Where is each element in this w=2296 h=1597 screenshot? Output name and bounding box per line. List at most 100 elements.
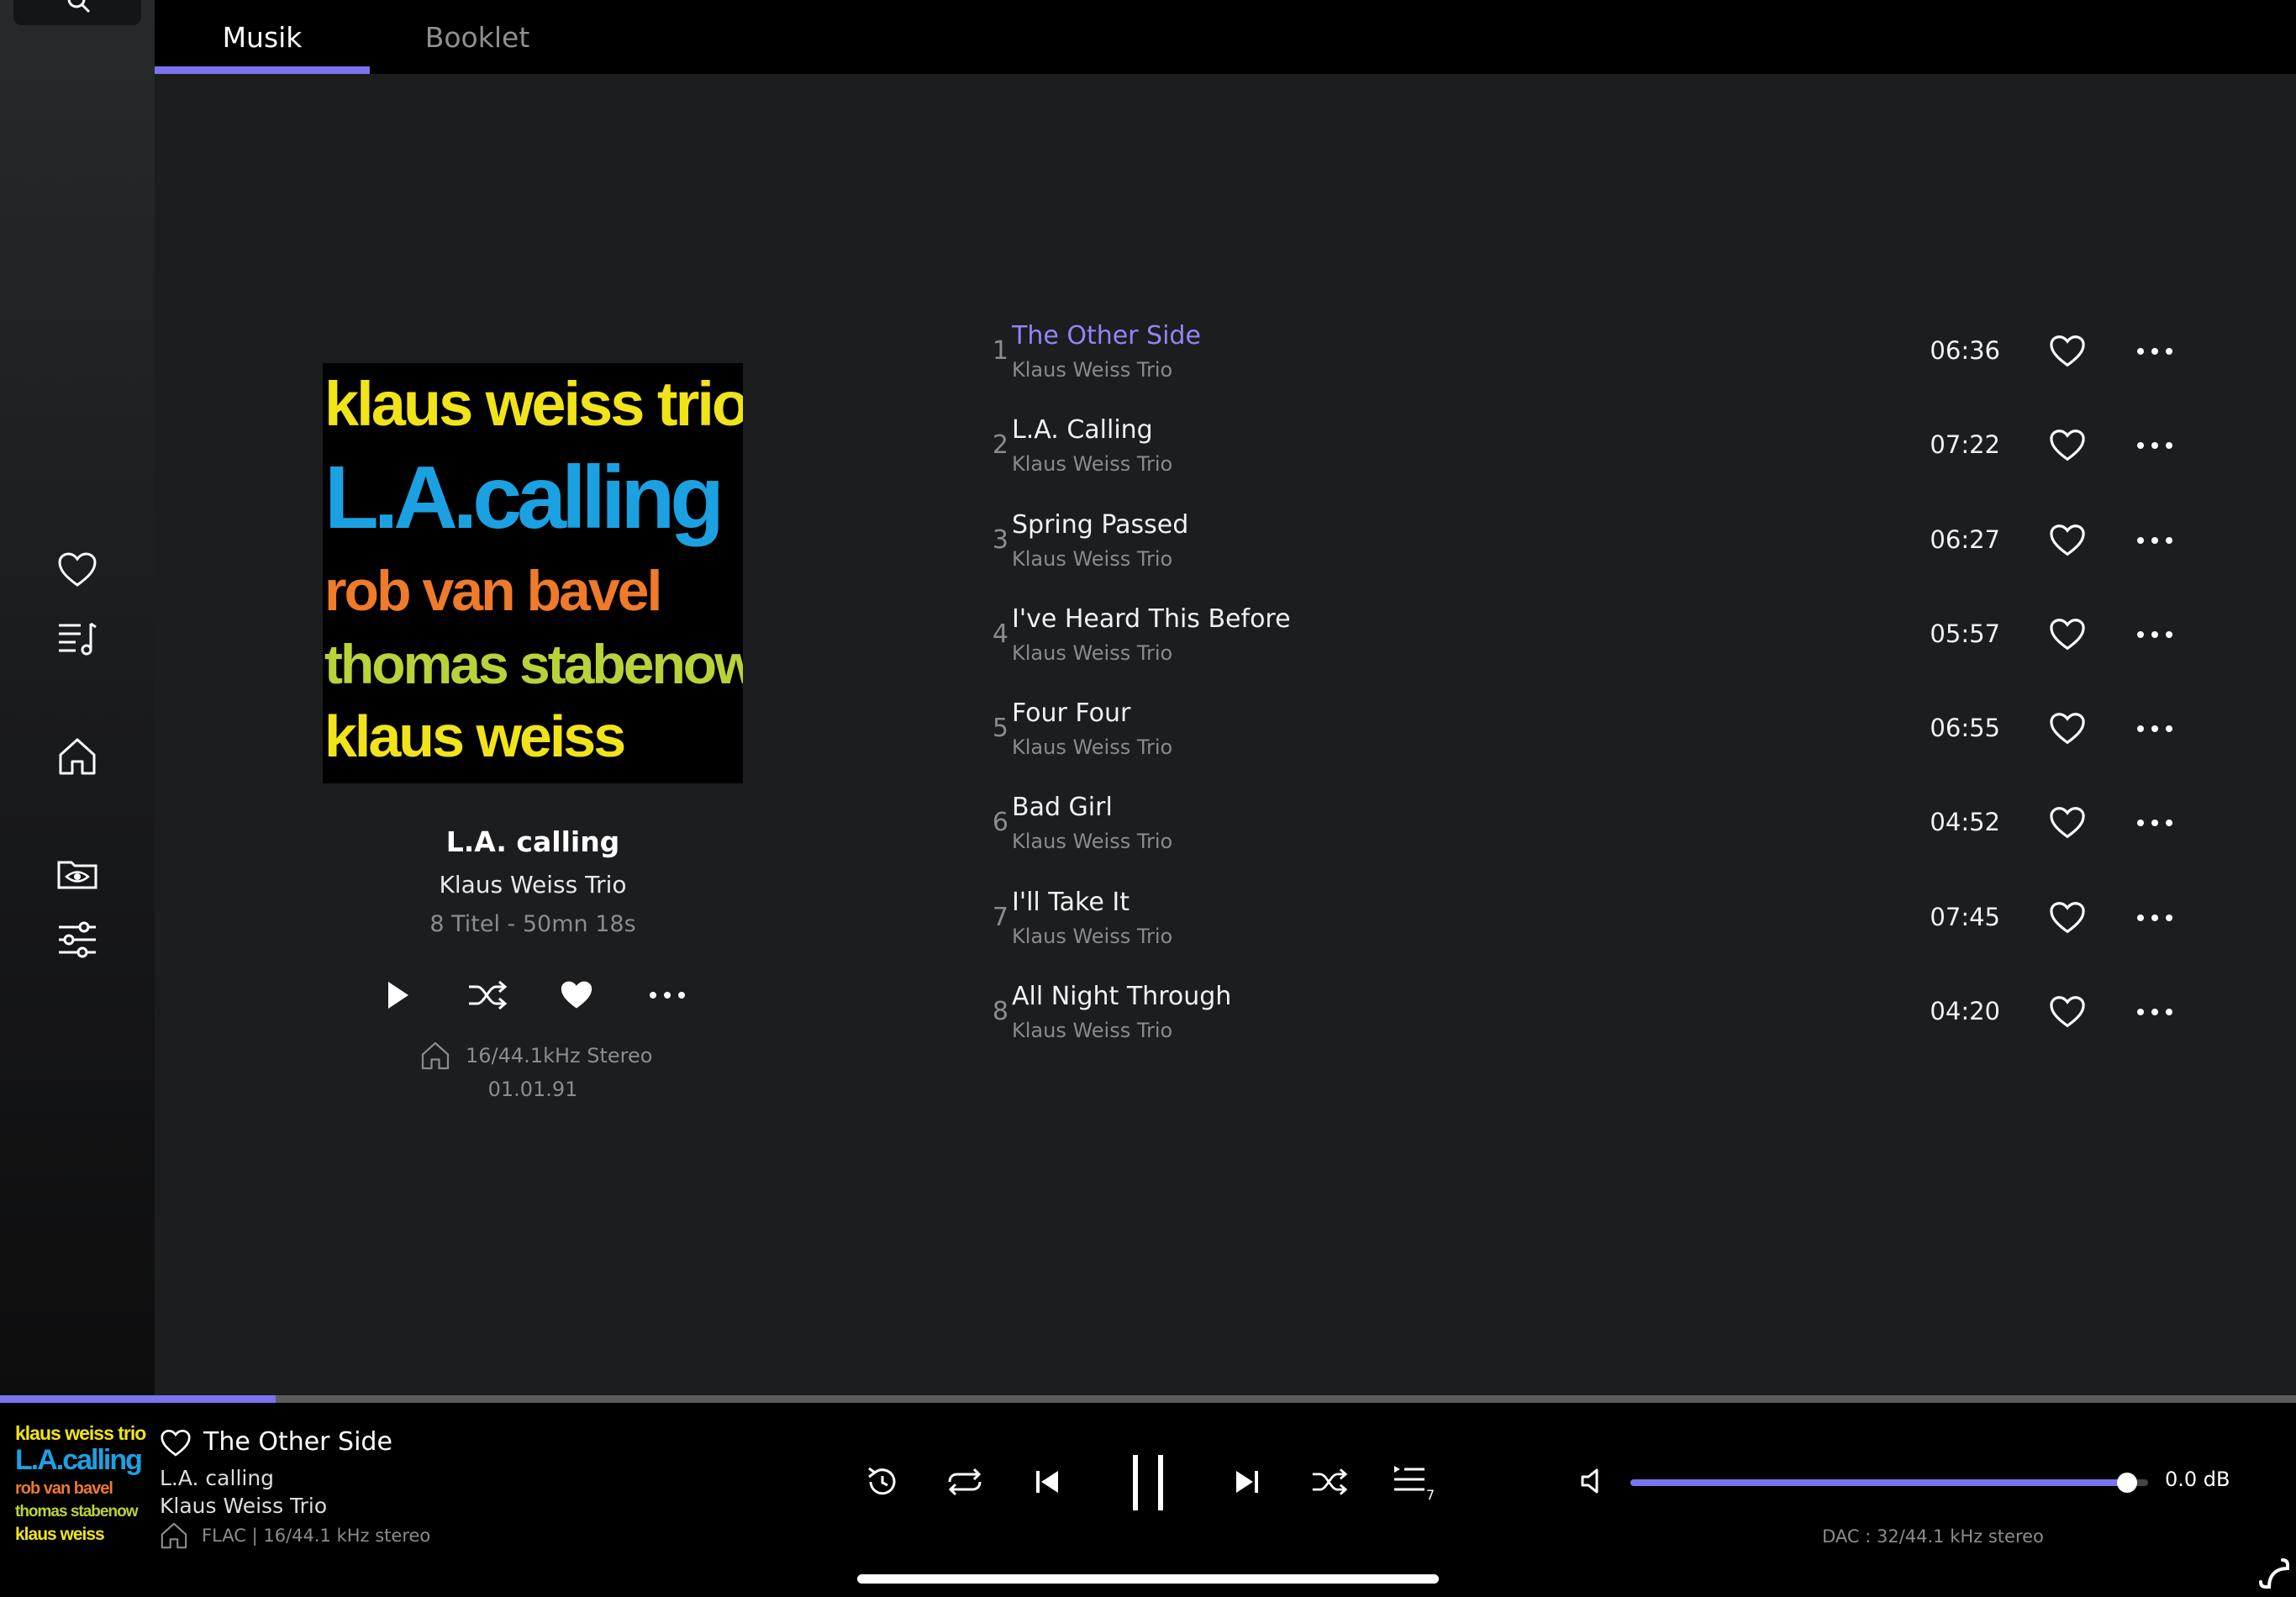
track-title[interactable]: Four Four	[1012, 698, 1130, 728]
search-button[interactable]	[13, 0, 141, 25]
track-more-button[interactable]	[2131, 517, 2178, 564]
playback-progress[interactable]	[0, 1395, 2296, 1403]
queue-button[interactable]: 7	[1388, 1457, 1444, 1507]
volume-db: 0.0 dB	[2165, 1468, 2230, 1491]
track-favorite-button[interactable]	[2044, 422, 2091, 469]
album-shuffle-button[interactable]	[464, 972, 511, 1019]
track-title[interactable]: L.A. Calling	[1012, 415, 1153, 445]
sidebar-item-folder[interactable]	[54, 851, 101, 898]
track-row[interactable]: 6 Bad Girl Klaus Weiss Trio 04:52	[950, 781, 2193, 875]
sidebar-item-favorites[interactable]	[54, 546, 101, 593]
track-artist: Klaus Weiss Trio	[1012, 1019, 1173, 1043]
phone-icon[interactable]	[2257, 1557, 2289, 1592]
previous-button[interactable]	[1024, 1457, 1071, 1507]
track-duration: 06:36	[1930, 336, 2000, 365]
sidebar-item-settings[interactable]	[54, 916, 101, 963]
sidebar	[0, 0, 155, 1395]
track-title[interactable]: I'll Take It	[1012, 888, 1130, 917]
sidebar-item-playlists[interactable]	[54, 615, 101, 662]
track-title[interactable]: I've Heard This Before	[1012, 604, 1291, 634]
track-list: 1 The Other Side Klaus Weiss Trio 06:36 2 L.A…	[950, 309, 2193, 1064]
more-icon	[2137, 442, 2172, 450]
track-more-button[interactable]	[2131, 611, 2178, 658]
track-title[interactable]: Bad Girl	[1012, 793, 1113, 822]
more-icon	[650, 992, 685, 999]
track-duration: 04:52	[1930, 808, 2000, 837]
track-favorite-button[interactable]	[2044, 988, 2091, 1036]
track-more-button[interactable]	[2131, 328, 2178, 375]
track-artist: Klaus Weiss Trio	[1012, 546, 1173, 571]
heart-icon	[2050, 430, 2085, 461]
now-playing-album[interactable]: L.A. calling	[160, 1466, 274, 1490]
track-row[interactable]: 1 The Other Side Klaus Weiss Trio 06:36	[950, 309, 2193, 403]
shuffle-icon	[1312, 1468, 1348, 1495]
more-icon	[2137, 820, 2172, 827]
track-more-button[interactable]	[2131, 705, 2178, 752]
track-artist: Klaus Weiss Trio	[1012, 735, 1173, 760]
track-favorite-button[interactable]	[2044, 894, 2091, 941]
track-artist: Klaus Weiss Trio	[1012, 830, 1173, 854]
shuffle-button[interactable]	[1306, 1457, 1353, 1507]
track-duration: 06:55	[1930, 714, 2000, 743]
tab-musik-label: Musik	[222, 20, 303, 54]
now-playing-cover[interactable]: klaus weiss trio L.A.calling rob van bav…	[13, 1419, 148, 1553]
track-favorite-button[interactable]	[2044, 799, 2091, 846]
phone-handset-icon	[2259, 1558, 2289, 1589]
album-play-button[interactable]	[373, 972, 420, 1019]
cover-line: klaus weiss trio	[324, 369, 743, 439]
mini-cover-line: L.A.calling	[15, 1444, 143, 1476]
track-title[interactable]: All Night Through	[1012, 982, 1231, 1011]
album-favorite-button[interactable]	[553, 972, 600, 1019]
local-home-icon	[161, 1522, 187, 1549]
track-favorite-button[interactable]	[2044, 611, 2091, 658]
replay-button[interactable]	[859, 1457, 906, 1507]
home-indicator[interactable]	[857, 1574, 1439, 1584]
track-more-button[interactable]	[2131, 799, 2178, 846]
track-row[interactable]: 4 I've Heard This Before Klaus Weiss Trio 0…	[950, 593, 2193, 687]
track-row[interactable]: 5 Four Four Klaus Weiss Trio 06:55	[950, 687, 2193, 781]
album-artist[interactable]: Klaus Weiss Trio	[323, 871, 743, 899]
search-icon	[67, 0, 91, 13]
sidebar-item-home[interactable]	[54, 733, 101, 780]
volume-slider[interactable]	[1630, 1473, 2148, 1493]
pause-button[interactable]	[1123, 1447, 1173, 1518]
more-icon	[2137, 1009, 2172, 1016]
now-playing-favorite-button[interactable]	[158, 1426, 193, 1461]
track-row[interactable]: 7 I'll Take It Klaus Weiss Trio 07:45	[950, 876, 2193, 970]
dac-info: DAC : 32/44.1 kHz stereo	[1822, 1526, 2044, 1547]
tab-musik[interactable]: Musik	[155, 0, 370, 74]
track-title[interactable]: Spring Passed	[1012, 510, 1188, 540]
track-duration: 07:45	[1930, 902, 2000, 931]
track-row[interactable]: 8 All Night Through Klaus Weiss Trio 04:20	[950, 970, 2193, 1064]
track-favorite-button[interactable]	[2044, 517, 2091, 564]
local-home-icon	[421, 1041, 450, 1070]
track-more-button[interactable]	[2131, 988, 2178, 1036]
now-playing-artist[interactable]: Klaus Weiss Trio	[160, 1494, 327, 1518]
track-favorite-button[interactable]	[2044, 328, 2091, 375]
track-more-button[interactable]	[2131, 894, 2178, 941]
album-more-button[interactable]	[644, 972, 691, 1019]
mini-cover-line: thomas stabenow	[15, 1503, 138, 1521]
track-number: 5	[992, 714, 1008, 744]
album-cover[interactable]: klaus weiss trio L.A.calling rob van bav…	[323, 363, 743, 783]
track-row[interactable]: 2 L.A. Calling Klaus Weiss Trio 07:22	[950, 403, 2193, 498]
track-row[interactable]: 3 Spring Passed Klaus Weiss Trio 06:27	[950, 498, 2193, 593]
mini-cover-line: klaus weiss trio	[15, 1422, 146, 1444]
heart-icon	[2050, 619, 2085, 651]
mute-button[interactable]	[1573, 1463, 1615, 1499]
track-more-button[interactable]	[2131, 422, 2178, 469]
queue-icon: 7	[1394, 1466, 1435, 1503]
tab-bar: Musik Booklet	[155, 0, 2296, 74]
track-duration: 06:27	[1930, 524, 2000, 554]
skip-previous-icon	[1036, 1471, 1058, 1493]
track-title[interactable]: The Other Side	[1012, 321, 1201, 350]
more-icon	[2137, 536, 2172, 544]
track-number: 8	[992, 997, 1008, 1027]
next-button[interactable]	[1224, 1457, 1271, 1507]
track-favorite-button[interactable]	[2044, 705, 2091, 752]
album-title: L.A. calling	[445, 825, 620, 858]
tab-booklet[interactable]: Booklet	[370, 0, 585, 74]
album-format-text: 16/44.1kHz Stereo	[466, 1044, 653, 1067]
repeat-button[interactable]	[941, 1457, 988, 1507]
album-date: 01.01.91	[487, 1078, 578, 1101]
